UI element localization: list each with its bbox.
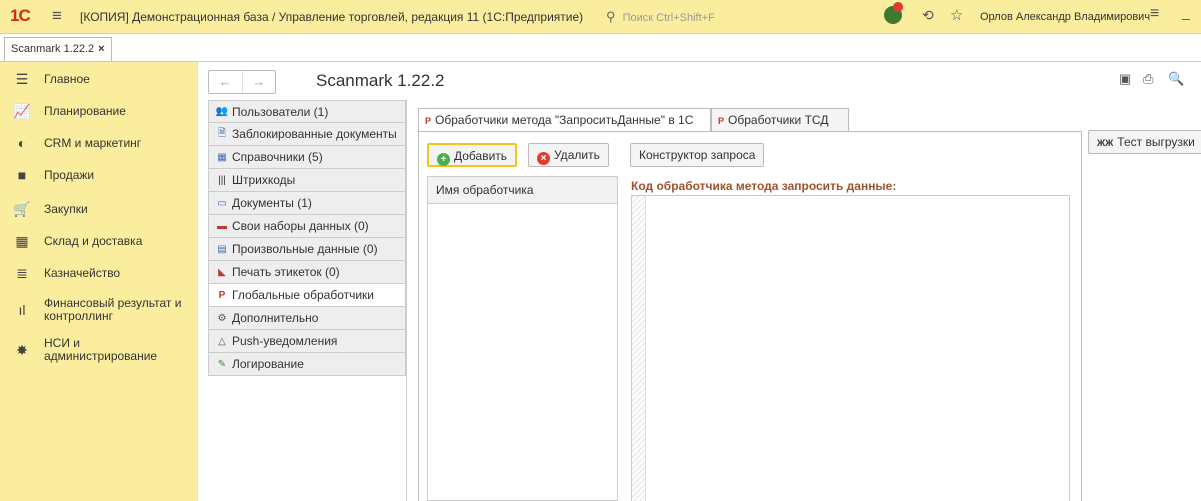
global-search[interactable]: ⚲ Поиск Ctrl+Shift+F — [606, 9, 715, 25]
sidebar-item-admin[interactable]: ✸ НСИ и администрирование — [0, 334, 197, 366]
coins-icon: ≣ — [16, 264, 28, 281]
gear-icon: ✸ — [16, 341, 28, 358]
close-tab-icon[interactable]: × — [98, 43, 104, 55]
handlers-list[interactable] — [427, 203, 618, 501]
table-icon: ▦ — [217, 151, 227, 163]
nav-item-users[interactable]: 👥 Пользователи (1) — [208, 100, 406, 123]
handler-icon: P — [425, 116, 432, 126]
test-icon: ЖЖ — [1097, 138, 1114, 148]
log-icon: ✎ — [217, 358, 227, 370]
nav-item-barcodes[interactable]: ||| Штрихкоды — [208, 169, 406, 192]
sidebar-item-sales[interactable]: ■ Продажи — [0, 162, 197, 188]
code-label: Код обработчика метода запросить данные: — [631, 179, 897, 193]
menu-icon: ☰ — [15, 70, 29, 87]
nav-item-custom-data[interactable]: ▤ Произвольные данные (0) — [208, 238, 406, 261]
nav-item-catalogs[interactable]: ▦ Справочники (5) — [208, 146, 406, 169]
delete-button[interactable]: × Удалить — [528, 143, 609, 167]
users-icon: 👥 — [215, 106, 229, 117]
chart-icon: ıl — [18, 302, 26, 318]
sidebar-item-treasury[interactable]: ≣ Казначейство — [0, 260, 197, 286]
query-builder-button[interactable]: Конструктор запроса — [630, 143, 765, 167]
cart-icon: 🛒 — [13, 200, 31, 217]
document-icon: ▭ — [217, 197, 227, 209]
handler-name-column-header[interactable]: Имя обработчика — [427, 176, 618, 204]
tab-1c-handlers[interactable]: P Обработчики метода "ЗапроситьДанные" в … — [418, 108, 711, 132]
sidebar-item-crm[interactable]: ◐ CRM и маркетинг — [0, 130, 197, 156]
handler-icon: P — [218, 289, 226, 301]
settings-nav-list: 👥 Пользователи (1) 🗎 Заблокированные докум… — [208, 100, 406, 401]
nav-item-global-handlers[interactable]: P Глобальные обработчики — [208, 284, 406, 307]
nav-item-label-print[interactable]: ◣ Печать этикеток (0) — [208, 261, 406, 284]
main-menu-icon[interactable]: ≡ — [52, 6, 62, 26]
print-icon[interactable]: ⎙ — [1143, 71, 1153, 87]
favorites-icon[interactable]: ☆ — [950, 6, 963, 24]
label-print-icon: ◣ — [218, 266, 226, 278]
tab-tsd-handlers[interactable]: P Обработчики ТСД — [711, 108, 849, 132]
code-gutter — [632, 196, 646, 501]
plus-icon: + — [437, 153, 450, 166]
gear-icon: ⚙ — [217, 312, 227, 324]
code-editor[interactable] — [631, 195, 1070, 501]
main-content: ← → Scanmark 1.22.2 ▣ ⎙ 🔍 👥 Пользователи … — [197, 62, 1201, 501]
page-title: Scanmark 1.22.2 — [316, 71, 445, 90]
app-title: [КОПИЯ] Демонстрационная база / Управлен… — [80, 10, 584, 24]
bag-icon: ■ — [17, 167, 27, 183]
minimize-icon[interactable]: _ — [1182, 4, 1190, 20]
delete-icon: × — [537, 152, 550, 165]
open-tabs-bar: Scanmark 1.22.2 × — [0, 34, 1201, 62]
bell-icon: △ — [218, 335, 226, 347]
crm-icon: ◐ — [17, 135, 27, 151]
sidebar-item-warehouse[interactable]: ▦ Склад и доставка — [0, 228, 197, 254]
sections-sidebar: ☰ Главное 📈 Планирование ◐ CRM и маркети… — [0, 62, 197, 501]
app-logo: 1С — [10, 6, 31, 25]
search-placeholder: Поиск Ctrl+Shift+F — [622, 12, 715, 24]
planning-icon: 📈 — [13, 102, 31, 119]
nav-item-datasets[interactable]: ▬ Свои наборы данных (0) — [208, 215, 406, 238]
nav-item-documents[interactable]: ▭ Документы (1) — [208, 192, 406, 215]
title-bar: 1С ≡ [КОПИЯ] Демонстрационная база / Упр… — [0, 0, 1201, 34]
tab-scanmark[interactable]: Scanmark 1.22.2 × — [4, 37, 112, 61]
notification-badge — [893, 2, 903, 12]
preview-icon[interactable]: 🔍 — [1168, 71, 1184, 87]
user-name[interactable]: Орлов Александр Владимирович — [980, 11, 1150, 23]
nav-item-push[interactable]: △ Push-уведомления — [208, 330, 406, 353]
add-button[interactable]: + Добавить — [427, 143, 518, 167]
nav-item-additional[interactable]: ⚙ Дополнительно — [208, 307, 406, 330]
test-export-button[interactable]: ЖЖ Тест выгрузки — [1088, 130, 1201, 154]
nav-item-logging[interactable]: ✎ Логирование — [208, 353, 406, 376]
nav-buttons: ← → — [208, 70, 276, 94]
nav-item-blocked-docs[interactable]: 🗎 Заблокированные документы — [208, 123, 406, 146]
forward-arrow-icon[interactable]: → — [243, 71, 276, 93]
history-icon[interactable]: ⟲ — [922, 7, 934, 24]
tab-label: Scanmark 1.22.2 — [11, 43, 95, 55]
sidebar-item-purchases[interactable]: 🛒 Закупки — [0, 196, 197, 222]
sidebar-item-finance[interactable]: ıl Финансовый результат и контроллинг — [0, 294, 197, 326]
dataset-icon: ▬ — [217, 220, 227, 232]
nav-divider — [406, 100, 407, 501]
custom-data-icon: ▤ — [217, 243, 227, 255]
blocked-doc-icon: 🗎 — [217, 127, 227, 139]
warehouse-icon: ▦ — [15, 232, 29, 249]
sidebar-item-main[interactable]: ☰ Главное — [0, 66, 197, 92]
save-icon[interactable]: ▣ — [1119, 71, 1131, 87]
settings-menu-icon[interactable]: ≡ — [1150, 5, 1159, 23]
back-arrow-icon[interactable]: ← — [209, 71, 243, 93]
sidebar-item-planning[interactable]: 📈 Планирование — [0, 98, 197, 124]
handler-icon: P — [718, 116, 725, 126]
barcode-icon: ||| — [218, 174, 226, 186]
search-icon: ⚲ — [606, 9, 616, 24]
